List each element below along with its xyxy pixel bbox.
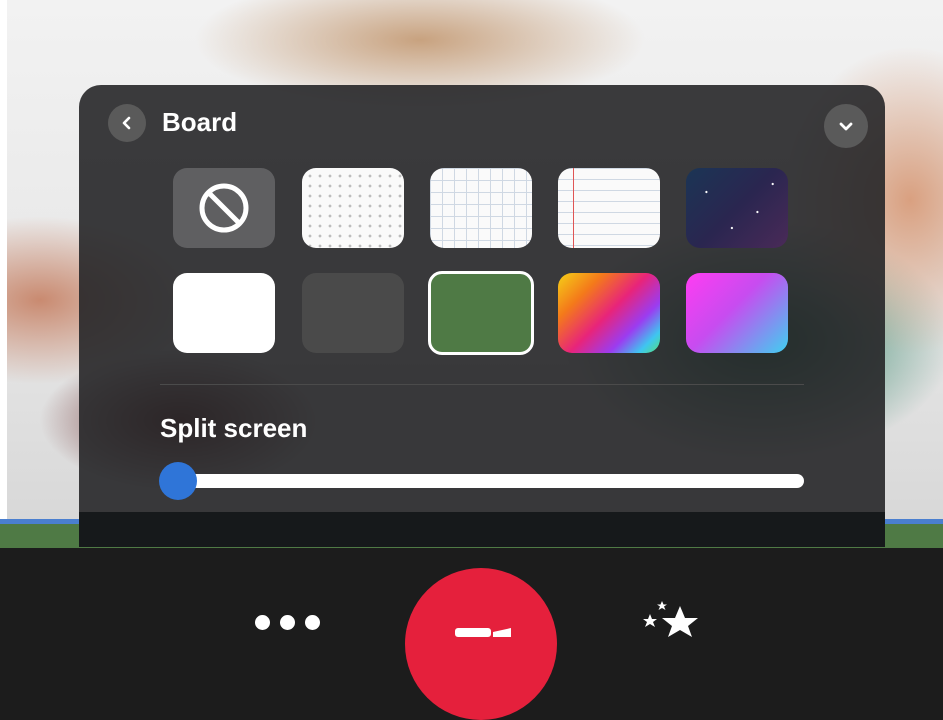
back-button[interactable]	[108, 104, 146, 142]
background-rainbow-tile[interactable]	[558, 273, 660, 353]
background-none-tile[interactable]	[173, 168, 275, 248]
chevron-down-icon	[839, 122, 853, 131]
split-screen-slider[interactable]	[178, 474, 804, 488]
split-screen-slider-thumb[interactable]	[159, 462, 197, 500]
board-panel-footer	[79, 512, 885, 547]
chevron-left-icon	[122, 116, 131, 130]
no-background-icon	[199, 183, 249, 233]
more-dots-icon	[305, 615, 320, 630]
background-pink-blue-tile[interactable]	[686, 273, 788, 353]
more-dots-icon	[255, 615, 270, 630]
background-white-tile[interactable]	[173, 273, 275, 353]
background-night-sky-tile[interactable]	[686, 168, 788, 248]
collapse-button[interactable]	[824, 104, 868, 148]
background-green-tile[interactable]	[428, 271, 534, 355]
section-divider	[160, 384, 804, 385]
split-screen-label: Split screen	[160, 413, 308, 443]
record-button[interactable]	[405, 568, 557, 720]
more-dots-icon	[280, 615, 295, 630]
background-dark-gray-tile[interactable]	[302, 273, 404, 353]
more-button[interactable]	[255, 615, 325, 637]
background-square-grid-tile[interactable]	[430, 168, 532, 248]
background-lined-paper-tile[interactable]	[558, 168, 660, 248]
camera-icon	[455, 628, 511, 637]
panel-title: Board	[162, 107, 238, 137]
background-dot-grid-tile[interactable]	[302, 168, 404, 248]
sparkle-stars-icon[interactable]	[640, 600, 710, 637]
